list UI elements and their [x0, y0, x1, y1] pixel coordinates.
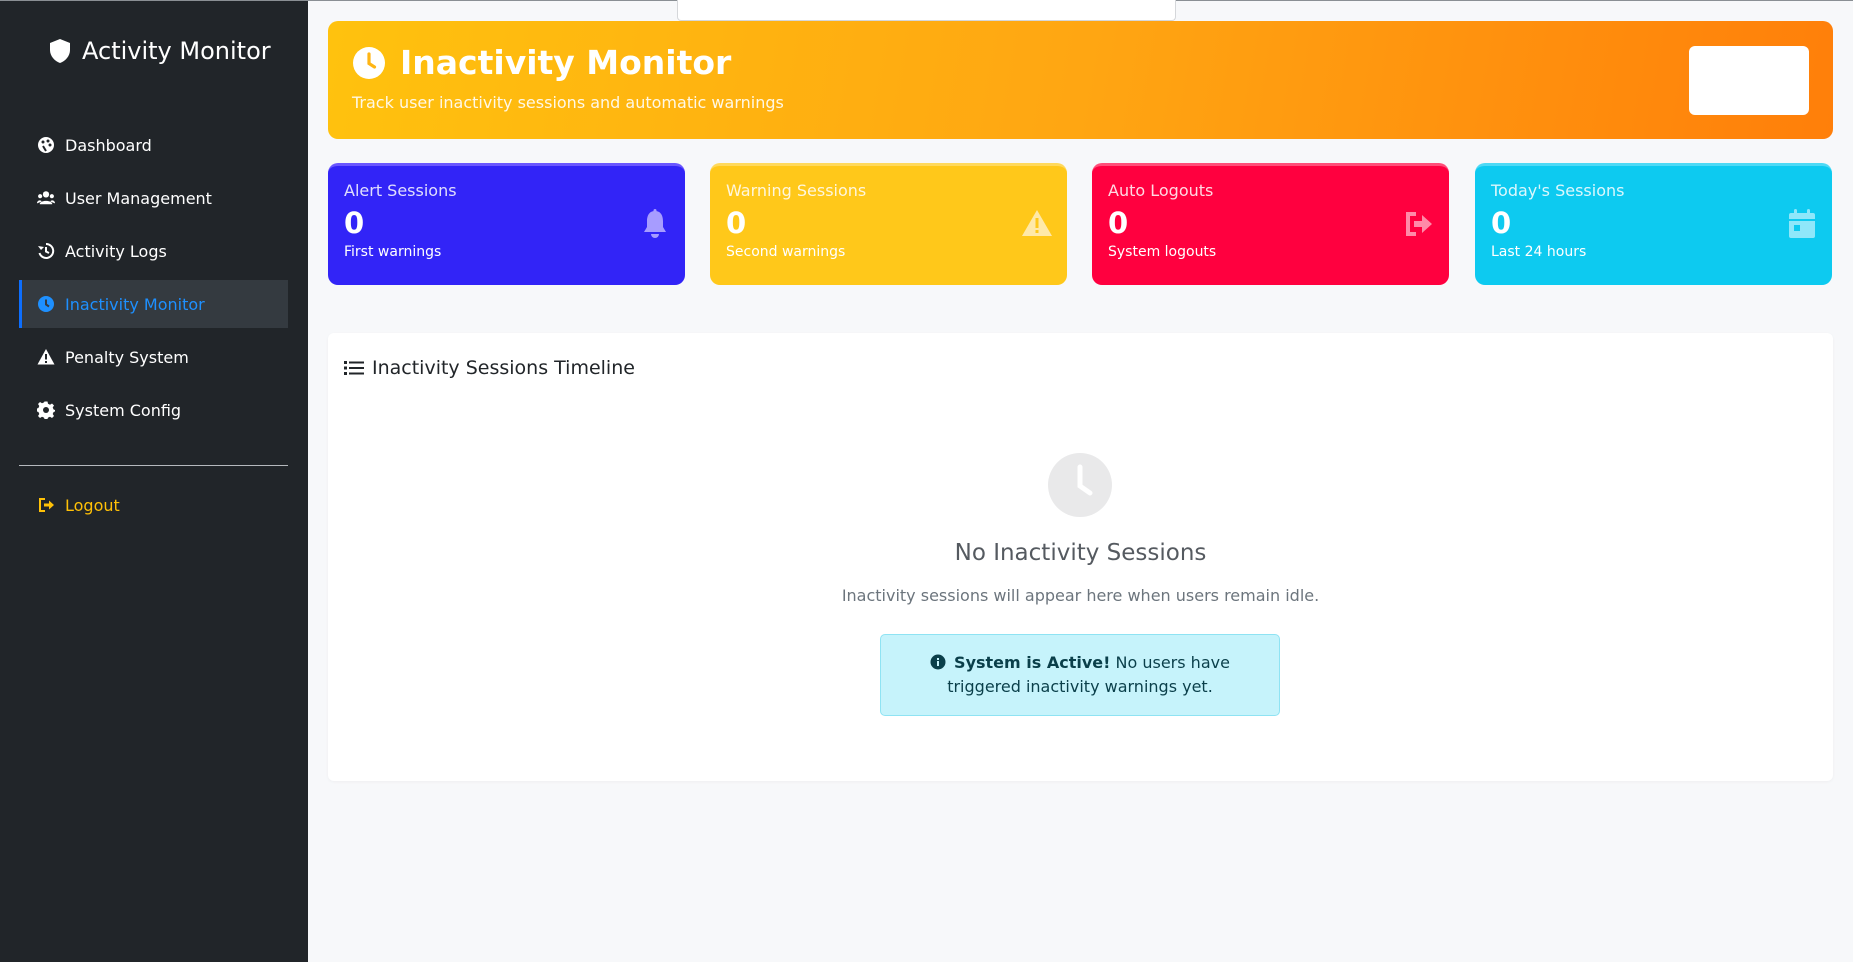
stat-card-auto-logouts: Auto Logouts 0 System logouts — [1092, 163, 1449, 285]
stat-card-sub: Second warnings — [726, 244, 846, 260]
brand-title: Activity Monitor — [82, 37, 271, 65]
users-icon — [37, 191, 55, 205]
stat-card-value: 0 — [726, 206, 747, 240]
stat-card-label: Warning Sessions — [726, 181, 867, 200]
top-overlay-tab — [677, 0, 1176, 21]
sidebar-divider — [19, 465, 288, 466]
stat-card-sub: First warnings — [344, 244, 442, 260]
page-title: Inactivity Monitor — [352, 43, 731, 82]
panel-title: Inactivity Sessions Timeline — [344, 357, 635, 379]
shield-icon — [50, 39, 70, 63]
logout-link[interactable]: Logout — [19, 481, 288, 529]
sidebar-item-label: Inactivity Monitor — [65, 294, 205, 314]
sidebar: Activity Monitor Dashboard User Manageme… — [0, 0, 308, 962]
sidebar-item-label: User Management — [65, 188, 212, 208]
stat-card-value: 0 — [1491, 206, 1512, 240]
empty-state-title: No Inactivity Sessions — [954, 540, 1207, 566]
sidebar-item-inactivity-monitor[interactable]: Inactivity Monitor — [19, 280, 288, 328]
sidebar-item-activity-logs[interactable]: Activity Logs — [19, 227, 288, 275]
stat-card-label: Auto Logouts — [1108, 181, 1214, 200]
sidebar-item-label: Dashboard — [65, 135, 152, 155]
sidebar-nav: Dashboard User Management Activity Logs … — [19, 121, 288, 439]
stat-card-label: Today's Sessions — [1491, 181, 1625, 200]
stat-card-sub: System logouts — [1108, 244, 1217, 260]
clock-icon — [38, 296, 54, 312]
stat-card-value: 0 — [1108, 206, 1129, 240]
stat-card-alert-sessions: Alert Sessions 0 First warnings — [328, 163, 685, 285]
stat-card-todays-sessions: Today's Sessions 0 Last 24 hours — [1475, 163, 1832, 285]
header-action-button[interactable] — [1689, 46, 1809, 115]
brand: Activity Monitor — [48, 37, 271, 65]
alert-strong-text: System is Active! — [954, 653, 1111, 672]
sidebar-item-penalty-system[interactable]: Penalty System — [19, 333, 288, 381]
info-icon — [930, 654, 946, 670]
sidebar-item-label: Activity Logs — [65, 241, 167, 261]
stat-card-label: Alert Sessions — [344, 181, 457, 200]
stat-card-value: 0 — [344, 206, 365, 240]
palette-dashboard-icon — [38, 137, 54, 153]
sidebar-item-label: Penalty System — [65, 347, 189, 367]
sidebar-item-label: System Config — [65, 400, 182, 420]
sidebar-item-system-config[interactable]: System Config — [19, 386, 288, 434]
list-icon — [344, 361, 364, 375]
warning-icon — [1022, 210, 1052, 236]
panel-title-text: Inactivity Sessions Timeline — [372, 357, 635, 379]
calendar-icon — [1789, 209, 1815, 238]
stat-card-warning-sessions: Warning Sessions 0 Second warnings — [710, 163, 1067, 285]
logout-icon — [1406, 212, 1432, 236]
sidebar-item-dashboard[interactable]: Dashboard — [19, 121, 288, 169]
system-active-alert: System is Active! No users have triggere… — [880, 634, 1280, 716]
logout-icon — [39, 498, 54, 512]
logout-label: Logout — [65, 495, 120, 515]
empty-state-text: Inactivity sessions will appear here whe… — [841, 586, 1320, 605]
bell-icon — [644, 209, 666, 238]
stat-card-sub: Last 24 hours — [1491, 244, 1587, 260]
warning-icon — [37, 349, 55, 365]
inactivity-timeline-panel: Inactivity Sessions Timeline No Inactivi… — [328, 333, 1833, 781]
clock-icon — [353, 46, 385, 79]
page-title-text: Inactivity Monitor — [400, 43, 732, 82]
page-subtitle: Track user inactivity sessions and autom… — [352, 93, 784, 112]
clock-icon — [1048, 453, 1112, 517]
history-icon — [38, 242, 55, 259]
gear-icon — [37, 401, 55, 419]
page-header: Inactivity Monitor Track user inactivity… — [328, 21, 1833, 139]
sidebar-item-user-management[interactable]: User Management — [19, 174, 288, 222]
